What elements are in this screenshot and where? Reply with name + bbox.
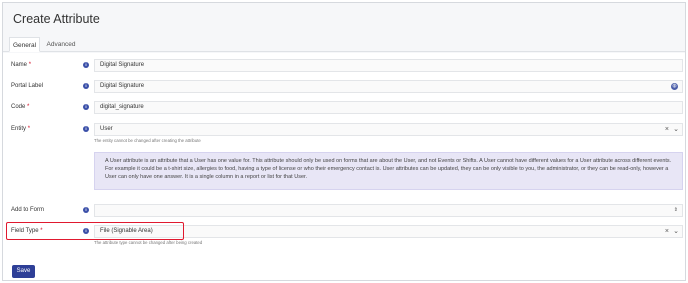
info-icon[interactable]: i: [83, 104, 89, 110]
code-label: Code *: [11, 104, 30, 110]
code-field[interactable]: digital_signature: [94, 101, 683, 114]
info-icon[interactable]: i: [83, 83, 89, 89]
name-field[interactable]: Digital Signature: [94, 59, 683, 72]
entity-select[interactable]: User × ⌄: [94, 123, 683, 136]
updown-arrows-icon[interactable]: ⇕: [674, 205, 678, 216]
create-attribute-panel: Create Attribute General Advanced Name *…: [2, 2, 686, 281]
required-marker: *: [27, 126, 31, 132]
info-icon[interactable]: i: [83, 62, 89, 68]
portal-label-value: Digital Signature: [100, 83, 145, 89]
tab-general[interactable]: General: [9, 37, 40, 52]
info-icon[interactable]: i: [83, 126, 89, 132]
globe-icon[interactable]: ◍: [671, 83, 678, 90]
clear-icon[interactable]: ×: [665, 124, 669, 135]
add-to-form-label: Add to Form: [11, 207, 45, 213]
clear-icon[interactable]: ×: [665, 226, 669, 237]
required-marker: *: [27, 104, 30, 110]
portal-label-label: Portal Label: [11, 83, 44, 89]
save-button[interactable]: Save: [12, 265, 35, 278]
tab-advanced[interactable]: Advanced: [43, 37, 79, 52]
required-marker: *: [28, 62, 32, 68]
page-title: Create Attribute: [13, 12, 100, 26]
add-to-form-select[interactable]: ⇕: [94, 204, 683, 217]
portal-label-field[interactable]: Digital Signature ◍: [94, 80, 683, 93]
chevron-down-icon[interactable]: ⌄: [673, 226, 679, 237]
info-icon[interactable]: i: [83, 207, 89, 213]
entity-label: Entity *: [11, 126, 31, 132]
user-attribute-notice: A User attribute is an attribute that a …: [94, 152, 683, 190]
field-type-hint: The attribute type cannot be changed aft…: [94, 240, 203, 245]
field-type-highlight: [6, 222, 184, 240]
tab-bar: General Advanced: [3, 37, 685, 52]
name-label: Name *: [11, 62, 32, 68]
entity-hint: The entity cannot be changed after creat…: [94, 138, 201, 143]
attribute-form: Name * i Digital Signature Portal Label …: [3, 53, 685, 280]
entity-value: User: [100, 126, 113, 132]
chevron-down-icon[interactable]: ⌄: [673, 124, 679, 135]
